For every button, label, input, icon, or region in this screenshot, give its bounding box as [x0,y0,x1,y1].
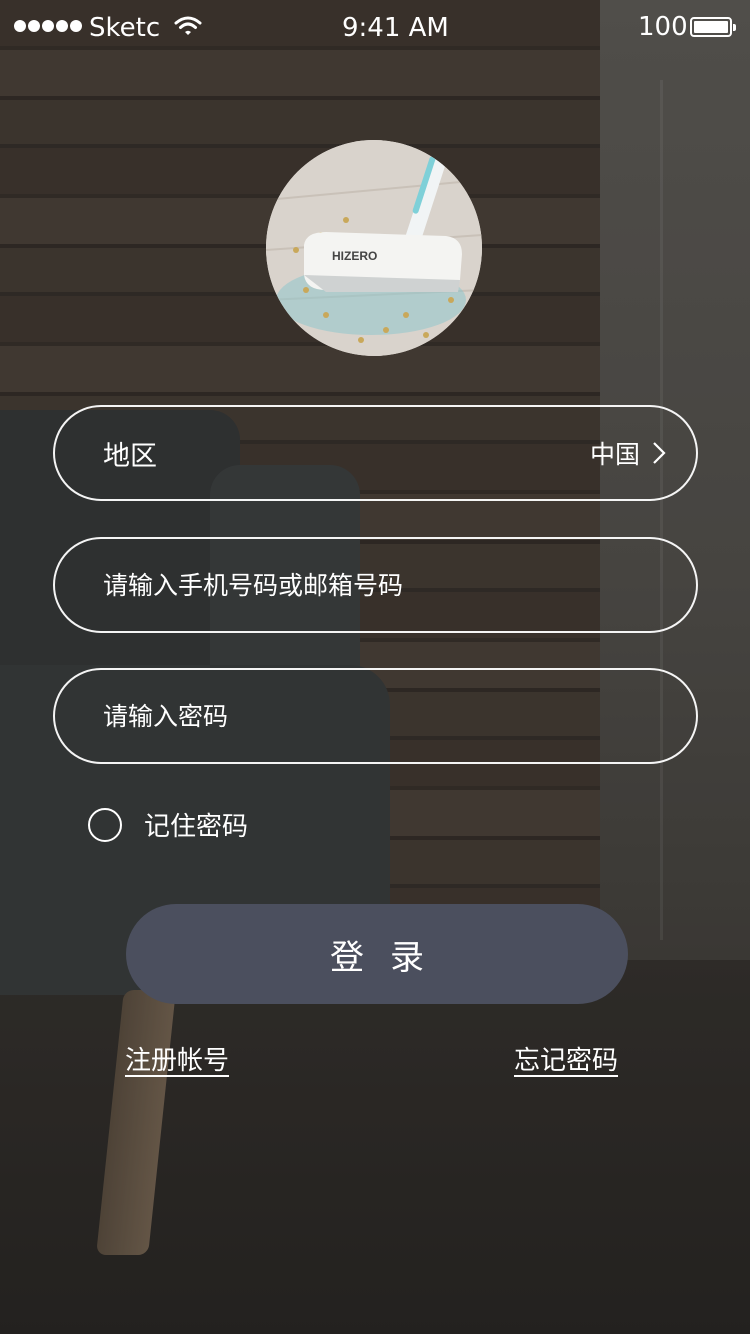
remember-radio-button[interactable] [88,807,122,842]
chevron-right-icon [653,442,666,464]
login-button[interactable]: 登录 [126,904,628,1004]
account-input[interactable] [103,570,666,600]
region-value: 中国 [590,435,666,471]
register-link[interactable]: 注册帐号 [125,1040,229,1077]
battery-icon [690,17,736,37]
region-label: 地区 [103,440,157,472]
signal-strength-icon [14,20,82,32]
product-avatar: HIZERO [266,140,482,356]
status-bar: Sketc 9:41 AM 100 [0,0,750,56]
vacuum-cleaner-image: HIZERO [266,140,482,356]
region-selector[interactable]: 地区 中国 [53,405,698,501]
wifi-icon [174,16,202,35]
password-input[interactable] [103,701,666,731]
remember-label: 记住密码 [144,812,249,842]
svg-text:HIZERO: HIZERO [332,249,377,263]
remember-password-option[interactable]: 记住密码 [88,806,248,843]
forgot-password-link[interactable]: 忘记密码 [514,1040,618,1077]
battery-percentage: 100 [638,12,688,42]
password-field[interactable] [53,668,698,764]
carrier-name: Sketc [89,13,161,43]
region-value-text: 中国 [589,440,640,469]
account-field[interactable] [53,537,698,633]
status-time: 9:41 AM [342,13,449,43]
